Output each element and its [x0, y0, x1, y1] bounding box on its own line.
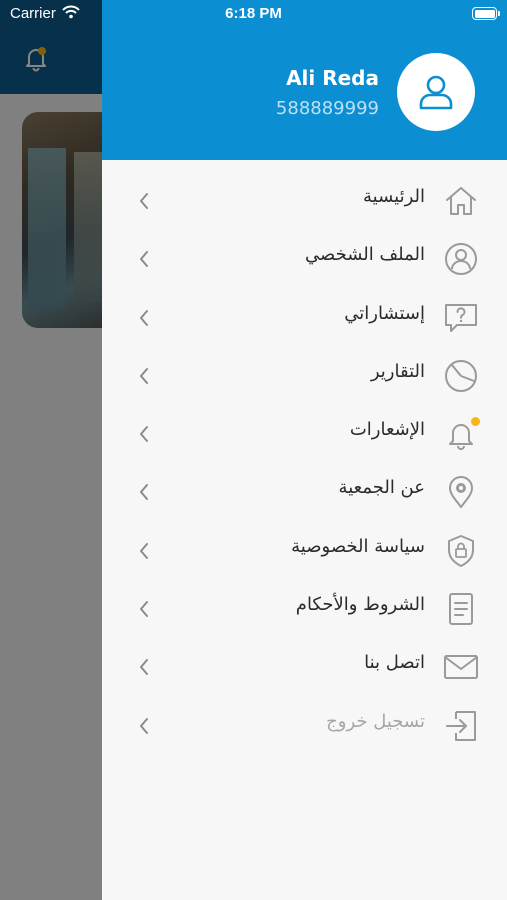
- chevron-left-icon: [140, 426, 148, 443]
- user-phone: 588889999: [275, 98, 379, 119]
- side-drawer: Ali Reda 588889999 الرئيسية الملف الشخصي…: [102, 0, 507, 900]
- menu-item-reports[interactable]: التقارير: [102, 347, 507, 405]
- menu-label: الملف الشخصي: [305, 244, 425, 266]
- chevron-left-icon: [140, 659, 148, 676]
- menu-label: الرئيسية: [363, 186, 425, 207]
- status-bar: Carrier 6:18 PM: [0, 0, 507, 30]
- chevron-left-icon: [140, 484, 148, 501]
- envelope-icon: [444, 655, 478, 680]
- user-name: Ali Reda: [286, 66, 379, 90]
- avatar[interactable]: [397, 53, 475, 131]
- menu-item-consultations[interactable]: إستشاراتي: [102, 289, 507, 347]
- chevron-left-icon: [140, 367, 148, 384]
- chevron-left-icon: [140, 309, 148, 326]
- menu-label: التقارير: [370, 360, 425, 382]
- chevron-left-icon: [140, 717, 148, 734]
- document-icon: [449, 593, 473, 626]
- menu-item-terms[interactable]: الشروط والأحكام: [102, 580, 507, 638]
- menu-item-profile[interactable]: الملف الشخصي: [102, 230, 507, 288]
- logout-icon: [446, 710, 476, 741]
- battery-icon: [472, 7, 500, 20]
- menu-item-notifications[interactable]: الإشعارات: [102, 405, 507, 463]
- pie-chart-icon: [445, 359, 477, 392]
- home-icon: [446, 187, 476, 215]
- question-chat-icon: [445, 303, 477, 332]
- chevron-left-icon: [140, 542, 148, 559]
- drawer-menu: الرئيسية الملف الشخصي إستشاراتي التقارير…: [102, 172, 507, 755]
- menu-label: سياسة الخصوصية: [291, 535, 425, 557]
- notification-badge: [470, 416, 481, 428]
- location-pin-icon: [449, 476, 473, 509]
- chevron-left-icon: [140, 251, 148, 268]
- menu-label: إستشاراتي: [344, 302, 425, 324]
- menu-item-home[interactable]: الرئيسية: [102, 172, 507, 230]
- menu-item-privacy[interactable]: سياسة الخصوصية: [102, 522, 507, 580]
- user-icon: [419, 75, 453, 110]
- menu-item-logout[interactable]: تسجيل خروج: [102, 697, 507, 755]
- menu-label: اتصل بنا: [364, 652, 425, 674]
- menu-label: الشروط والأحكام: [295, 594, 425, 616]
- menu-label: عن الجمعية: [338, 477, 425, 499]
- shield-lock-icon: [448, 534, 474, 567]
- chevron-left-icon: [140, 601, 148, 618]
- menu-item-contact[interactable]: اتصل بنا: [102, 638, 507, 696]
- clock: 6:18 PM: [225, 5, 282, 22]
- menu-item-about[interactable]: عن الجمعية: [102, 463, 507, 521]
- menu-label: الإشعارات: [349, 419, 425, 441]
- chevron-left-icon: [140, 193, 148, 209]
- profile-icon: [445, 243, 477, 276]
- menu-label: تسجيل خروج: [326, 710, 425, 732]
